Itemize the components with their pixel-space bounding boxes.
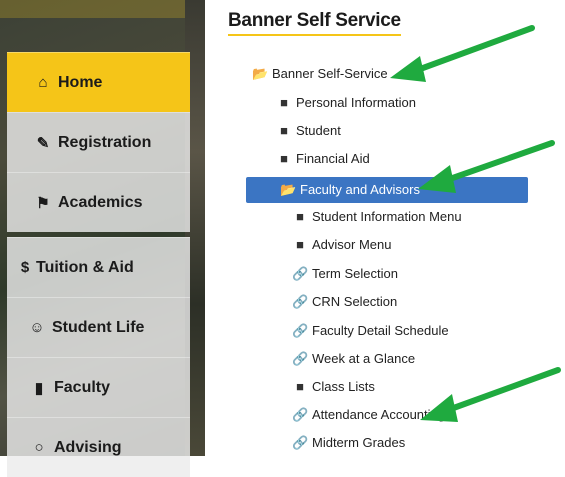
annotation-arrow-icon (418, 140, 555, 193)
folder-icon: ■ (296, 209, 304, 224)
link-icon: 🔗 (292, 351, 309, 366)
sidebar-item-faculty[interactable]: ▮ Faculty (7, 357, 190, 417)
sidebar-item-label: Student Life (52, 318, 145, 336)
tree-node-label: Banner Self-Service (272, 66, 388, 81)
tree-node-label: Term Selection (312, 266, 398, 281)
sidebar-item-registration[interactable]: ✎ Registration (7, 112, 190, 172)
tree-node-label: Midterm Grades (312, 435, 406, 450)
sidebar-item-label: Advising (54, 438, 122, 456)
tree-node-class-lists[interactable]: ■ Class Lists (292, 377, 375, 397)
tree-node-label: Personal Information (296, 95, 416, 110)
dollar-icon: $ (20, 259, 30, 276)
folder-icon: ■ (296, 379, 304, 394)
edit-icon: ✎ (36, 134, 50, 152)
folder-icon: ■ (280, 95, 288, 110)
tree-node-financial-aid[interactable]: ■ Financial Aid (276, 149, 370, 169)
sidebar-item-home[interactable]: ⌂ Home (7, 52, 190, 112)
tree-node-week-at-a-glance[interactable]: 🔗 Week at a Glance (292, 349, 415, 369)
graduation-cap-icon: ⚑ (36, 194, 50, 212)
sidebar-item-label: Faculty (54, 378, 111, 396)
tree-node-label: Student (296, 123, 341, 138)
sidebar-item-academics[interactable]: ⚑ Academics (7, 172, 190, 232)
folder-icon: ■ (280, 123, 288, 138)
tree-node-label: Class Lists (312, 379, 375, 394)
chat-icon: ○ (34, 439, 44, 456)
tree-node-crn-selection[interactable]: 🔗 CRN Selection (292, 292, 397, 312)
tree-node-personal-information[interactable]: ■ Personal Information (276, 93, 416, 113)
page-title: Banner Self Service (228, 10, 401, 36)
tree-node-advisor-menu[interactable]: ■ Advisor Menu (292, 235, 391, 255)
book-icon: ▮ (34, 379, 44, 397)
sidebar-item-tuition-aid[interactable]: $ Tuition & Aid (7, 237, 190, 297)
tree-node-label: CRN Selection (312, 294, 398, 309)
tree-node-label: Faculty and Advisors (300, 182, 420, 197)
tree-node-label: Advisor Menu (312, 237, 392, 252)
tree-node-midterm-grades[interactable]: 🔗 Midterm Grades (292, 433, 405, 453)
tree-node-label: Week at a Glance (312, 351, 416, 366)
tree-node-faculty-detail-schedule[interactable]: 🔗 Faculty Detail Schedule (292, 321, 449, 341)
tree-node-student-information-menu[interactable]: ■ Student Information Menu (292, 207, 462, 227)
sidebar-nav: ⌂ Home ✎ Registration ⚑ Academics $ Tuit… (7, 0, 190, 477)
folder-open-icon: 📂 (280, 182, 297, 197)
sidebar-item-label: Academics (58, 193, 143, 211)
tree-node-label: Student Information Menu (312, 209, 462, 224)
sidebar-item-advising[interactable]: ○ Advising (7, 417, 190, 477)
link-icon: 🔗 (292, 294, 309, 309)
tree-node-label: Faculty Detail Schedule (312, 323, 449, 338)
home-icon: ⌂ (38, 74, 48, 91)
folder-open-icon: 📂 (252, 66, 269, 81)
sidebar-item-label: Tuition & Aid (36, 258, 134, 276)
folder-icon: ■ (280, 151, 288, 166)
sidebar: ⌂ Home ✎ Registration ⚑ Academics $ Tuit… (0, 0, 205, 477)
tree-node-student[interactable]: ■ Student (276, 121, 341, 141)
group-icon: ☺ (29, 319, 45, 336)
link-icon: 🔗 (292, 407, 309, 422)
tree-node-root[interactable]: 📂 Banner Self-Service (252, 64, 388, 84)
folder-icon: ■ (296, 237, 304, 252)
tree-node-term-selection[interactable]: 🔗 Term Selection (292, 264, 398, 284)
sidebar-item-label: Home (58, 73, 103, 91)
link-icon: 🔗 (292, 266, 309, 281)
annotation-arrow-icon (420, 367, 561, 422)
sidebar-item-student-life[interactable]: ☺ Student Life (7, 297, 190, 357)
link-icon: 🔗 (292, 323, 309, 338)
tree-node-label: Financial Aid (296, 151, 370, 166)
annotation-arrow-icon (390, 25, 535, 82)
link-icon: 🔗 (292, 435, 309, 450)
sidebar-item-label: Registration (58, 133, 152, 151)
